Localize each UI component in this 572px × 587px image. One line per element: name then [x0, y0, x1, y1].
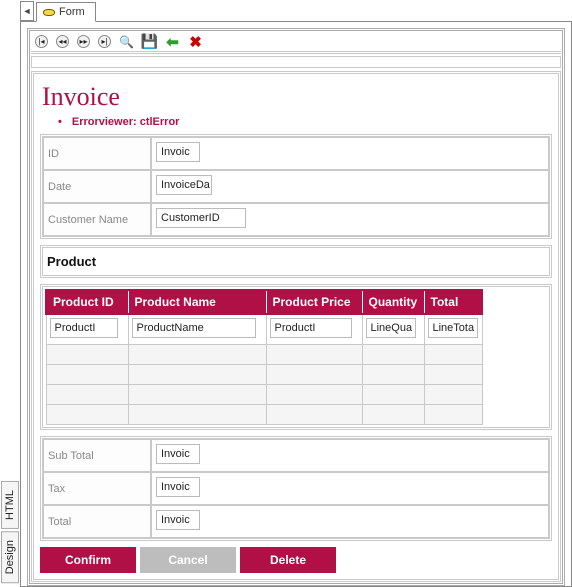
- total-field[interactable]: Invoic: [156, 510, 200, 530]
- customer-label: Customer Name: [43, 203, 151, 236]
- date-field[interactable]: InvoiceDa: [156, 175, 212, 195]
- delete-button[interactable]: Delete: [240, 547, 336, 573]
- vtab-design[interactable]: Design: [1, 531, 19, 583]
- table-row: [46, 385, 482, 405]
- prev-icon[interactable]: ◂◂: [56, 35, 69, 48]
- header-fields: ID Invoic Date InvoiceDa Customer Name C…: [40, 134, 552, 239]
- spacer-bar: [31, 56, 561, 68]
- next-icon[interactable]: ▸▸: [77, 35, 90, 48]
- customer-field[interactable]: CustomerID: [156, 208, 246, 228]
- col-total[interactable]: Total: [424, 290, 482, 314]
- footer-fields: Sub Total Invoic Tax Invoic Total Invoic: [40, 436, 552, 541]
- product-section-title: Product: [40, 245, 552, 278]
- scroll-tabs-left-button[interactable]: ◄: [20, 1, 34, 21]
- subtotal-field[interactable]: Invoic: [156, 444, 200, 464]
- cell-product-price[interactable]: ProductI: [270, 318, 352, 338]
- date-label: Date: [43, 170, 151, 203]
- error-viewer: Errorviewer: ctlError: [58, 116, 552, 128]
- vtab-html[interactable]: HTML: [1, 481, 19, 529]
- col-quantity[interactable]: Quantity: [362, 290, 424, 314]
- cancel-button[interactable]: Cancel: [140, 547, 236, 573]
- toolbar: |◂ ◂◂ ▸▸ ▸| 🔍 💾 ⬅ ✖: [31, 32, 561, 54]
- tax-field[interactable]: Invoic: [156, 477, 200, 497]
- tax-label: Tax: [43, 472, 151, 505]
- tab-bar: ◄ Form: [20, 0, 572, 22]
- last-icon[interactable]: ▸|: [98, 35, 111, 48]
- cell-total[interactable]: LineTota: [428, 318, 478, 338]
- form-icon: [43, 9, 55, 16]
- total-label: Total: [43, 505, 151, 538]
- confirm-button[interactable]: Confirm: [40, 547, 136, 573]
- product-grid: Product ID Product Name Product Price Qu…: [45, 289, 483, 425]
- cell-product-name[interactable]: ProductName: [132, 318, 256, 338]
- back-icon[interactable]: ⬅: [165, 34, 180, 49]
- first-icon[interactable]: |◂: [35, 35, 48, 48]
- save-icon[interactable]: 💾: [142, 34, 157, 49]
- col-product-id[interactable]: Product ID: [46, 290, 128, 314]
- delete-icon[interactable]: ✖: [188, 34, 203, 49]
- page-title: Invoice: [42, 82, 552, 112]
- zoom-icon[interactable]: 🔍: [119, 34, 134, 49]
- tab-label: Form: [59, 6, 85, 18]
- col-product-price[interactable]: Product Price: [266, 290, 362, 314]
- id-label: ID: [43, 137, 151, 170]
- col-product-name[interactable]: Product Name: [128, 290, 266, 314]
- id-field[interactable]: Invoic: [156, 142, 200, 162]
- cell-product-id[interactable]: ProductI: [50, 318, 118, 338]
- table-row: [46, 405, 482, 425]
- cell-quantity[interactable]: LineQua: [366, 318, 416, 338]
- tab-form[interactable]: Form: [36, 2, 96, 22]
- table-row: ProductI ProductName ProductI LineQua Li…: [46, 314, 482, 345]
- table-row: [46, 365, 482, 385]
- table-row: [46, 345, 482, 365]
- subtotal-label: Sub Total: [43, 439, 151, 472]
